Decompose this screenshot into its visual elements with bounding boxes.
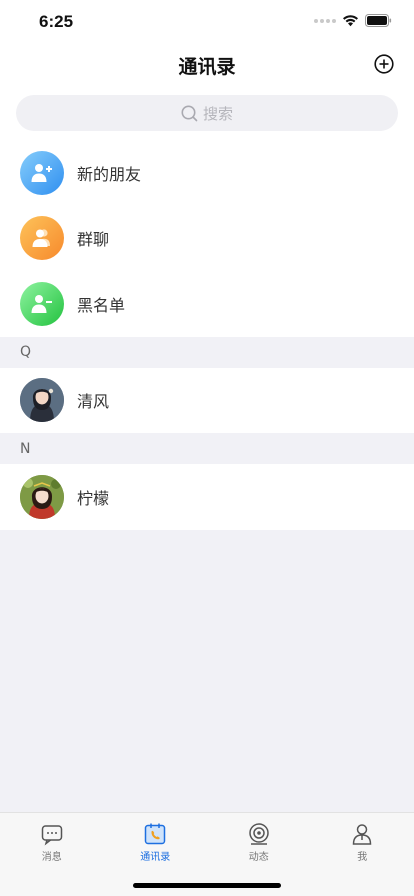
- section-header-n: N: [0, 433, 414, 464]
- search-icon: [181, 105, 198, 121]
- contact-row-qingfeng[interactable]: 清风: [0, 367, 414, 433]
- tab-moments-label: 动态: [248, 852, 269, 863]
- header-area: 6:25 通讯录 搜索: [0, 0, 414, 140]
- blacklist-row[interactable]: 黑名单: [0, 271, 414, 337]
- contact-avatar: [20, 474, 64, 519]
- section-header-q: Q: [0, 336, 414, 368]
- moments-icon: [249, 823, 269, 845]
- blacklist-label: 黑名单: [77, 295, 126, 315]
- contact-row-ningmeng[interactable]: 柠檬: [0, 464, 414, 530]
- contacts-icon: [145, 823, 166, 845]
- search-input[interactable]: 搜索: [16, 95, 398, 131]
- portrait-avatar-icon: [20, 378, 64, 423]
- group-chat-row[interactable]: 群聊: [0, 205, 414, 271]
- tab-messages[interactable]: 消息: [0, 813, 104, 863]
- message-icon: [41, 825, 62, 846]
- cellular-signal-icon: [314, 18, 336, 23]
- add-friend-avatar: [20, 150, 64, 195]
- tab-moments[interactable]: 动态: [207, 813, 311, 863]
- wifi-icon: [343, 15, 358, 27]
- status-indicators: [314, 14, 392, 27]
- contact-name: 柠檬: [77, 488, 110, 508]
- blacklist-avatar: [20, 281, 64, 326]
- tab-contacts-label: 通讯录: [140, 852, 171, 863]
- group-chat-icon: [32, 229, 50, 248]
- page-title: 通讯录: [178, 56, 236, 78]
- profile-icon: [352, 824, 372, 845]
- new-friends-label: 新的朋友: [77, 164, 142, 184]
- navigation-bar: 通讯录: [0, 44, 414, 90]
- home-indicator: [133, 883, 281, 888]
- group-chat-label: 群聊: [77, 230, 110, 250]
- tab-me[interactable]: 我: [311, 813, 414, 863]
- blacklist-icon: [31, 294, 52, 313]
- tab-contacts[interactable]: 通讯录: [104, 813, 208, 863]
- status-bar: 6:25: [0, 0, 414, 44]
- tab-me-label: 我: [357, 852, 368, 863]
- contact-name: 清风: [77, 392, 110, 412]
- add-button[interactable]: [374, 54, 394, 74]
- new-friends-row[interactable]: 新的朋友: [0, 140, 414, 206]
- add-friend-icon: [31, 163, 52, 182]
- group-chat-avatar: [20, 216, 64, 261]
- search-placeholder: 搜索: [202, 104, 233, 123]
- contact-avatar: [20, 378, 64, 423]
- tab-messages-label: 消息: [41, 852, 62, 863]
- search-container: 搜索: [0, 90, 414, 140]
- battery-icon: [365, 14, 392, 27]
- status-time: 6:25: [39, 12, 74, 31]
- portrait-avatar-icon: [20, 474, 64, 519]
